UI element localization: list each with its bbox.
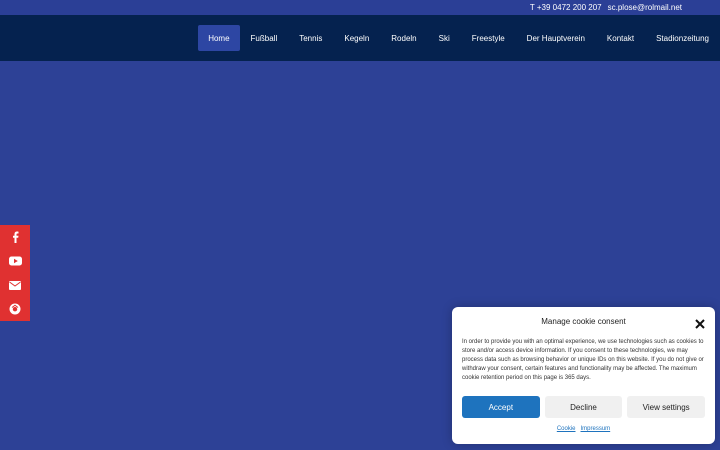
impressum-link[interactable]: Impressum: [581, 426, 611, 432]
close-icon: [695, 319, 705, 329]
view-settings-button[interactable]: View settings: [627, 396, 706, 418]
nav-item-rodeln[interactable]: Rodeln: [380, 25, 427, 51]
nav-item-stadionzeitung[interactable]: Stadionzeitung: [645, 25, 720, 51]
main-navigation-bar: Home Fußball Tennis Kegeln Rodeln Ski Fr…: [0, 15, 720, 61]
nav-item-ski[interactable]: Ski: [428, 25, 461, 51]
facebook-icon: [13, 231, 19, 243]
cookie-links: Cookie Impressum: [452, 426, 715, 432]
instagram-icon: [9, 303, 21, 315]
main-menu: Home Fußball Tennis Kegeln Rodeln Ski Fr…: [198, 25, 720, 51]
nav-item-kegeln[interactable]: Kegeln: [333, 25, 380, 51]
cookie-button-row: Accept Decline View settings: [462, 396, 706, 418]
nav-item-hauptverein[interactable]: Der Hauptverein: [516, 25, 596, 51]
youtube-icon: [8, 256, 22, 266]
instagram-button[interactable]: [0, 297, 30, 321]
email-button[interactable]: [0, 273, 30, 297]
cookie-policy-link[interactable]: Cookie: [557, 426, 576, 432]
cookie-title: Manage cookie consent: [541, 317, 626, 326]
social-sidebar: [0, 225, 30, 321]
nav-item-home[interactable]: Home: [198, 25, 240, 51]
nav-item-fussball[interactable]: Fußball: [240, 25, 289, 51]
accept-button[interactable]: Accept: [462, 396, 540, 418]
email-icon: [9, 280, 21, 290]
top-contact-bar: T +39 0472 200 207 sc.plose@rolmail.net: [0, 0, 720, 15]
cookie-consent-dialog: Manage cookie consent In order to provid…: [452, 307, 715, 444]
email-address[interactable]: sc.plose@rolmail.net: [608, 3, 682, 12]
nav-item-freestyle[interactable]: Freestyle: [461, 25, 516, 51]
nav-item-tennis[interactable]: Tennis: [288, 25, 333, 51]
facebook-button[interactable]: [0, 225, 30, 249]
nav-item-kontakt[interactable]: Kontakt: [596, 25, 645, 51]
youtube-button[interactable]: [0, 249, 30, 273]
close-button[interactable]: [695, 316, 705, 329]
decline-button[interactable]: Decline: [544, 396, 623, 418]
phone-number[interactable]: T +39 0472 200 207: [530, 3, 602, 12]
cookie-description: In order to provide you with an optimal …: [462, 339, 704, 381]
